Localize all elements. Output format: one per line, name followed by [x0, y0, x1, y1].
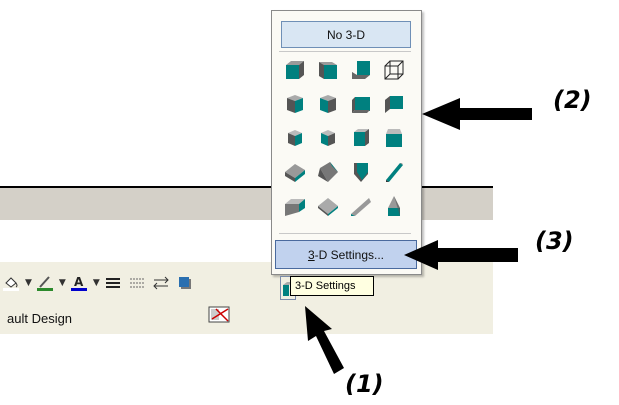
arrow-1-icon: [305, 306, 344, 374]
arrow-3-icon: [404, 240, 518, 270]
arrow-2-icon: [422, 98, 532, 130]
annotation-label-3: (3): [535, 227, 574, 255]
annotation-label-2: (2): [553, 86, 592, 114]
annotation-label-1: (1): [345, 370, 384, 398]
annotation-arrows: [305, 98, 532, 374]
